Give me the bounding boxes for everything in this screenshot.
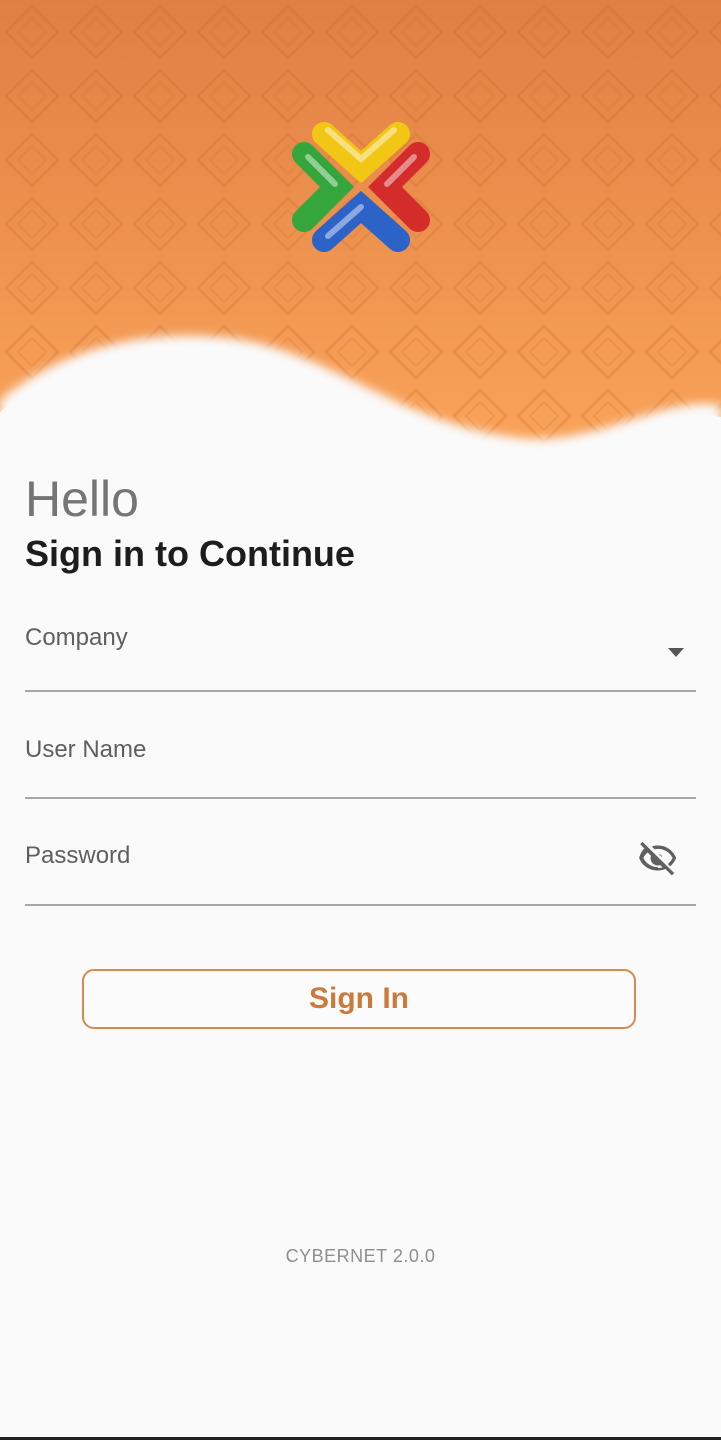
header-banner	[0, 0, 721, 470]
password-field-label: Password	[25, 842, 131, 869]
greeting-heading: Hello	[25, 471, 139, 527]
username-field-label: User Name	[25, 736, 147, 763]
dropdown-arrow-icon[interactable]	[668, 648, 684, 657]
sign-in-subtitle: Sign in to Continue	[25, 533, 355, 574]
company-dropdown[interactable]: Company	[25, 610, 696, 692]
password-field[interactable]: Password	[25, 828, 696, 906]
sign-in-button[interactable]: Sign In	[82, 969, 636, 1029]
username-field[interactable]: User Name	[25, 720, 696, 799]
colored-x-logo	[292, 122, 430, 252]
eye-off-icon[interactable]	[638, 838, 678, 878]
company-field-label: Company	[25, 624, 128, 651]
app-version: CYBERNET 2.0.0	[285, 1246, 436, 1266]
